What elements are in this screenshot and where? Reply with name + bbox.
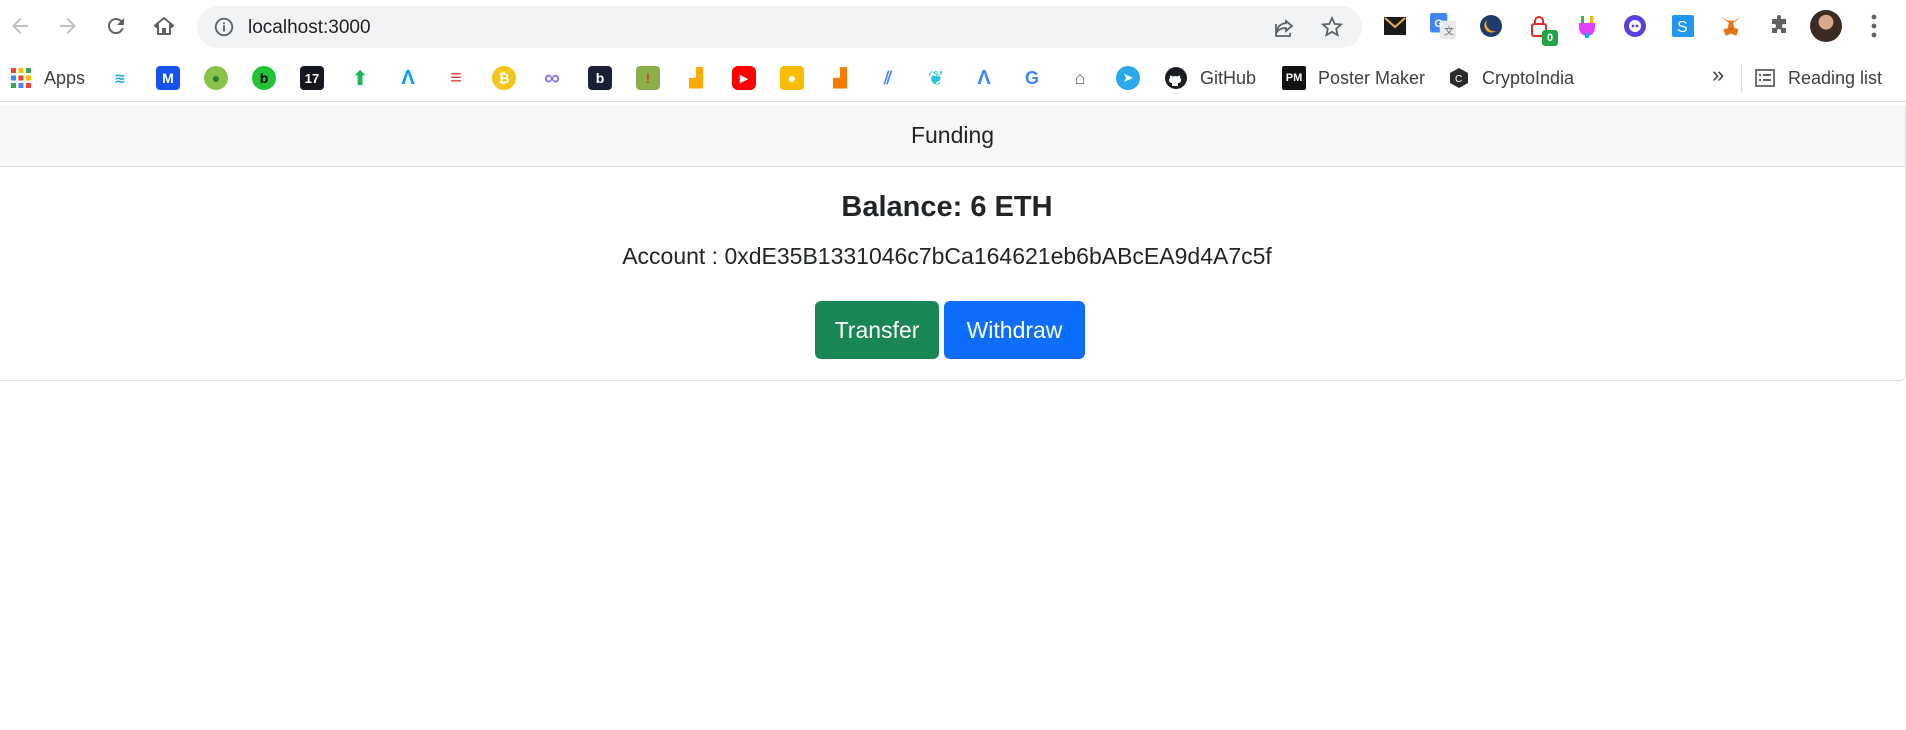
withdraw-button[interactable]: Withdraw [944,301,1085,359]
bookmark-github[interactable]: GitHub [1164,65,1256,91]
green-bird-icon: ● [204,66,228,90]
github-icon [1165,67,1187,89]
bookmark-18[interactable]: ❦ [924,65,948,91]
share-icon[interactable] [1272,16,1296,40]
bookmark-poster-maker[interactable]: PM Poster Maker [1282,65,1425,91]
reading-list-icon [1755,69,1775,87]
telegram-icon: ➤ [1116,66,1140,90]
svg-text:G: G [1434,18,1442,30]
puzzle-icon[interactable] [1765,12,1793,40]
svg-text:C: C [1455,74,1462,85]
home-icon [153,16,175,35]
keep-icon: ● [780,66,804,90]
bookmark-21[interactable]: ⌂ [1068,65,1092,91]
url-text[interactable]: localhost:3000 [248,17,371,39]
green-flag-icon: ! [636,66,660,90]
balance-text: Balance: 6 ETH [841,191,1053,223]
bookmark-7[interactable]: Λ [396,65,420,91]
metamask-fox-icon[interactable] [1717,12,1745,40]
bookmark-15[interactable]: ● [780,65,804,91]
tradingview-icon: 17 [300,66,324,90]
bookmarks-bar: Apps ≋ M ● b 17 ⬆ Λ ≡ ₿ ∞ b ! ▟ ▶ ● ▟ ⫽ … [0,54,1906,102]
bookmark-8[interactable]: ≡ [444,65,468,91]
analytics-bars-icon: ▟ [833,67,847,88]
dark-moon-extension-icon[interactable] [1477,12,1505,40]
extension-badge: 0 [1542,30,1558,46]
green-arrow-icon: ⬆ [351,67,369,90]
bookmark-4[interactable]: b [252,65,276,91]
plug-extension-icon[interactable] [1573,12,1601,40]
kebab-menu-icon[interactable] [1864,12,1884,40]
google-ads-icon: ⫽ [883,67,893,88]
bookmark-poster-maker-label: Poster Maker [1318,67,1426,88]
svg-text:文: 文 [1444,25,1454,38]
address-bar[interactable]: localhost:3000 [197,6,1362,48]
bookmark-apps[interactable]: Apps [10,65,85,91]
star-icon[interactable] [1320,15,1344,39]
lines-icon: ≡ [450,66,462,89]
profile-avatar[interactable] [1810,10,1842,42]
funding-card: Funding Balance: 6 ETH Account : 0xdE35B… [0,105,1906,381]
google-translate-extension-icon[interactable]: G文 [1429,12,1457,40]
reading-list-label: Reading list [1788,67,1883,88]
card-header: Funding [0,105,1905,167]
bookmark-5[interactable]: 17 [300,65,324,91]
page-content: Funding Balance: 6 ETH Account : 0xdE35B… [0,103,1906,730]
bookmark-17[interactable]: ⫽ [876,65,900,91]
bookmark-20[interactable]: G [1020,65,1044,91]
bookmark-apps-label: Apps [44,67,86,88]
bookmark-cryptoindia-label: CryptoIndia [1482,67,1575,88]
bookmark-cryptoindia[interactable]: C CryptoIndia [1448,65,1574,91]
spy-icon: ⌂ [1074,67,1086,88]
svg-text:S: S [1677,19,1688,36]
infinity-icon: ∞ [544,65,560,90]
bookmark-1[interactable]: ≋ [108,65,132,91]
google-g-icon: G [1024,67,1039,88]
s-extension-icon[interactable]: S [1669,12,1697,40]
bookmarks-divider [1741,64,1742,92]
bookmark-12[interactable]: ! [636,65,660,91]
bookmark-2[interactable]: M [156,65,180,91]
account-text: Account : 0xdE35B1331046c7bCa164621eb6bA… [622,243,1272,269]
google-ads-a-icon: Λ [977,66,991,89]
bookmark-6[interactable]: ⬆ [348,65,372,91]
bookmark-github-label: GitHub [1200,67,1257,88]
transfer-button[interactable]: Transfer [815,301,939,359]
back-button[interactable] [3,9,37,43]
info-icon[interactable] [213,16,235,38]
analytics-icon: ▟ [689,67,703,88]
cryptoindia-hex-icon: C [1450,68,1468,88]
a-mountain-icon: Λ [401,66,415,89]
coinmarketcap-icon: M [156,66,180,90]
bookmark-9[interactable]: ₿ [492,65,516,91]
zigzag-icon: ≋ [114,69,126,86]
bookmark-13[interactable]: ▟ [684,65,708,91]
reading-list[interactable]: Reading list [1754,65,1882,91]
bookmark-3[interactable]: ● [204,65,228,91]
home-button[interactable] [147,9,181,43]
bookmark-22[interactable]: ➤ [1116,65,1140,91]
bookmark-16[interactable]: ▟ [828,65,852,91]
b-circle-icon: b [252,66,276,90]
arrow-left-icon [12,18,28,34]
bookmark-10[interactable]: ∞ [540,65,564,91]
bookmark-19[interactable]: Λ [972,65,996,91]
more-bookmarks-chevron[interactable]: » [1712,62,1724,88]
mail-mask-extension-icon[interactable] [1381,12,1409,40]
yellow-coin-icon: ₿ [492,66,516,90]
forward-button[interactable] [51,9,85,43]
bot-extension-icon[interactable] [1621,12,1649,40]
reload-button[interactable] [99,9,133,43]
teal-leaf-icon: ❦ [927,67,945,90]
bookmark-14[interactable]: ▶ [732,65,756,91]
bookmark-11[interactable]: b [588,65,612,91]
apps-grid-icon [11,68,31,88]
arrow-right-icon [60,18,76,34]
youtube-icon: ▶ [732,66,756,90]
b-square-icon: b [588,66,612,90]
poster-maker-icon: PM [1282,66,1306,90]
browser-toolbar: localhost:3000 G文 0 S [0,0,1906,54]
reload-icon [107,18,124,35]
